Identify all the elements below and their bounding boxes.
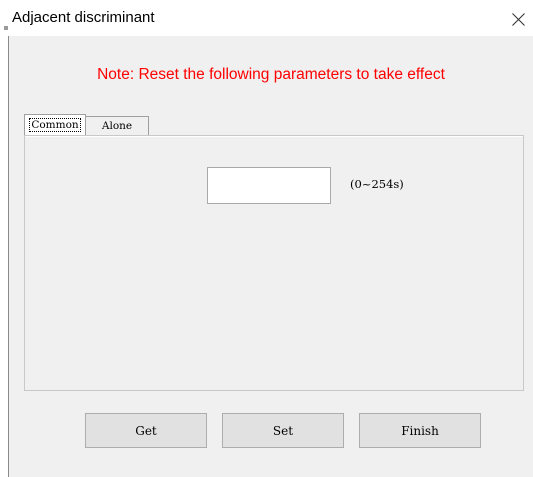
get-button[interactable]: Get (85, 413, 207, 448)
window-title: Adjacent discriminant (12, 9, 155, 26)
finish-button[interactable]: Finish (359, 413, 481, 448)
time-value-input[interactable] (207, 167, 331, 204)
set-button[interactable]: Set (222, 413, 344, 448)
dialog-window: Adjacent discriminant Note: Reset the fo… (0, 0, 533, 477)
window-edge-mark (4, 26, 8, 30)
tab-alone-label: Alone (101, 120, 133, 132)
tab-panel-highlight (25, 136, 523, 137)
tab-common[interactable]: Common (24, 114, 86, 135)
close-button[interactable] (503, 6, 533, 32)
reset-note: Note: Reset the following parameters to … (97, 66, 445, 83)
close-icon (511, 12, 525, 26)
dialog-content: Note: Reset the following parameters to … (9, 36, 533, 477)
tab-alone[interactable]: Alone (86, 116, 149, 135)
range-label: (0~254s) (350, 177, 404, 191)
tab-common-label: Common (29, 118, 81, 132)
tab-panel-common: (0~254s) (24, 135, 524, 391)
title-bar: Adjacent discriminant (0, 0, 533, 36)
